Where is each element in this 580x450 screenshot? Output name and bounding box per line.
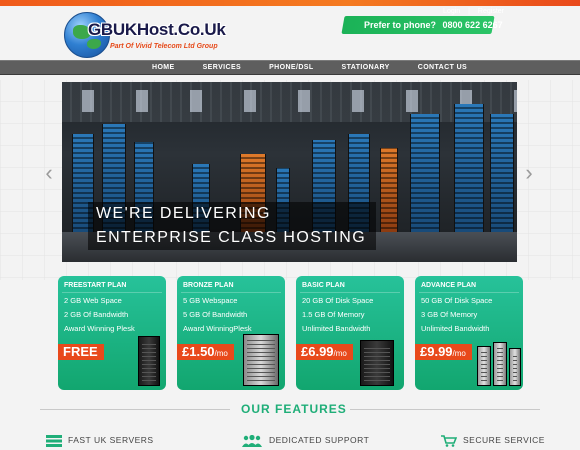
feature-fast-uk-servers: FAST UK SERVERS bbox=[46, 432, 154, 448]
plan-price: FREE bbox=[63, 344, 98, 359]
plan-feature: Award Winning Plesk bbox=[64, 324, 135, 333]
hero-headline-2: ENTERPRISE CLASS HOSTING bbox=[96, 229, 367, 246]
plan-price-period: /mo bbox=[452, 349, 466, 358]
plan-feature: 5 GB Of Bandwidth bbox=[183, 310, 248, 319]
phone-number[interactable]: 0800 622 6267 bbox=[443, 20, 503, 30]
plan-title: FREESTART PLAN bbox=[64, 282, 127, 289]
plan-feature: Unlimited Bandwidth bbox=[421, 324, 490, 333]
server-stack-icon bbox=[46, 434, 62, 447]
feature-label: SECURE SERVICE bbox=[463, 435, 545, 445]
plan-price-tag[interactable]: £1.50/mo bbox=[177, 344, 234, 360]
plan-title: BASIC PLAN bbox=[302, 282, 345, 289]
plan-price-period: /mo bbox=[333, 349, 347, 358]
plan-feature: 5 GB Webspace bbox=[183, 296, 238, 305]
plan-feature: 1.5 GB Of Memory bbox=[302, 310, 365, 319]
plan-feature: 50 GB Of Disk Space bbox=[421, 296, 493, 305]
server-rack bbox=[410, 114, 440, 234]
feature-dedicated-support: DEDICATED SUPPORT bbox=[241, 432, 369, 448]
nav-phone-dsl[interactable]: PHONE/DSL bbox=[255, 61, 327, 75]
plan-price-period: /mo bbox=[214, 349, 228, 358]
plan-card-freestart[interactable]: FREESTART PLAN 2 GB Web Space 2 GB Of Ba… bbox=[58, 276, 166, 390]
plan-feature: Award WinningPlesk bbox=[183, 324, 252, 333]
features-rule-right bbox=[350, 409, 540, 410]
auth-links: Login | Register bbox=[440, 8, 507, 15]
plan-feature: 20 GB Of Disk Space bbox=[302, 296, 374, 305]
plans-section: FREESTART PLAN 2 GB Web Space 2 GB Of Ba… bbox=[58, 276, 524, 390]
cart-icon bbox=[441, 434, 458, 447]
plan-price: £9.99 bbox=[420, 344, 453, 359]
plan-card-basic[interactable]: BASIC PLAN 20 GB Of Disk Space 1.5 GB Of… bbox=[296, 276, 404, 390]
plan-price-tag[interactable]: FREE bbox=[58, 344, 104, 360]
plan-feature: Unlimited Bandwidth bbox=[302, 324, 371, 333]
hero-headline-1: WE'RE DELIVERING bbox=[96, 205, 271, 222]
feature-label: FAST UK SERVERS bbox=[68, 435, 154, 445]
ceiling-lights bbox=[62, 90, 517, 112]
plan-divider bbox=[62, 292, 162, 293]
logo-text: GBUKHost.Co.Uk bbox=[88, 20, 226, 39]
server-rack bbox=[490, 114, 514, 234]
feature-label: DEDICATED SUPPORT bbox=[269, 435, 370, 445]
server-rack bbox=[454, 104, 484, 234]
plan-card-advance[interactable]: ADVANCE PLAN 50 GB Of Disk Space 3 GB Of… bbox=[415, 276, 523, 390]
plan-price-tag[interactable]: £6.99/mo bbox=[296, 344, 353, 360]
nav-services[interactable]: SERVICES bbox=[189, 61, 255, 75]
feature-secure-service: SECURE SERVICE bbox=[441, 432, 545, 448]
server-rack bbox=[380, 148, 398, 234]
slider-next-icon[interactable]: › bbox=[522, 162, 536, 184]
plan-feature: 3 GB Of Memory bbox=[421, 310, 478, 319]
nav-home[interactable]: HOME bbox=[138, 61, 189, 75]
plan-price: £6.99 bbox=[301, 344, 334, 359]
people-icon bbox=[241, 434, 263, 447]
nav-stationary[interactable]: STATIONARY bbox=[328, 61, 404, 75]
phone-label: Prefer to phone? bbox=[364, 20, 437, 30]
phone-text[interactable]: Prefer to phone? 0800 622 6267 bbox=[364, 20, 503, 30]
login-link[interactable]: Login bbox=[443, 8, 460, 15]
plan-title: ADVANCE PLAN bbox=[421, 282, 477, 289]
site-header: GBUKHost.Co.Uk Part Of Vivid Telecom Ltd… bbox=[0, 6, 580, 60]
plan-feature: 2 GB Web Space bbox=[64, 296, 122, 305]
auth-separator: | bbox=[468, 8, 470, 15]
features-rule-left bbox=[40, 409, 230, 410]
main-nav: HOME SERVICES PHONE/DSL STATIONARY CONTA… bbox=[0, 60, 580, 75]
plan-feature: 2 GB Of Bandwidth bbox=[64, 310, 129, 319]
plan-card-bronze[interactable]: BRONZE PLAN 5 GB Webspace 5 GB Of Bandwi… bbox=[177, 276, 285, 390]
logo-tagline: Part Of Vivid Telecom Ltd Group bbox=[110, 43, 218, 50]
site-logo[interactable]: GBUKHost.Co.Uk Part Of Vivid Telecom Ltd… bbox=[64, 12, 234, 62]
register-link[interactable]: Register bbox=[478, 8, 504, 15]
plan-price: £1.50 bbox=[182, 344, 215, 359]
plan-divider bbox=[300, 292, 400, 293]
features-title: OUR FEATURES bbox=[241, 402, 347, 416]
plan-title: BRONZE PLAN bbox=[183, 282, 234, 289]
plan-price-tag[interactable]: £9.99/mo bbox=[415, 344, 472, 360]
slider-prev-icon[interactable]: ‹ bbox=[42, 162, 56, 184]
nav-contact-us[interactable]: CONTACT US bbox=[404, 61, 481, 75]
plan-divider bbox=[419, 292, 519, 293]
plan-divider bbox=[181, 292, 281, 293]
